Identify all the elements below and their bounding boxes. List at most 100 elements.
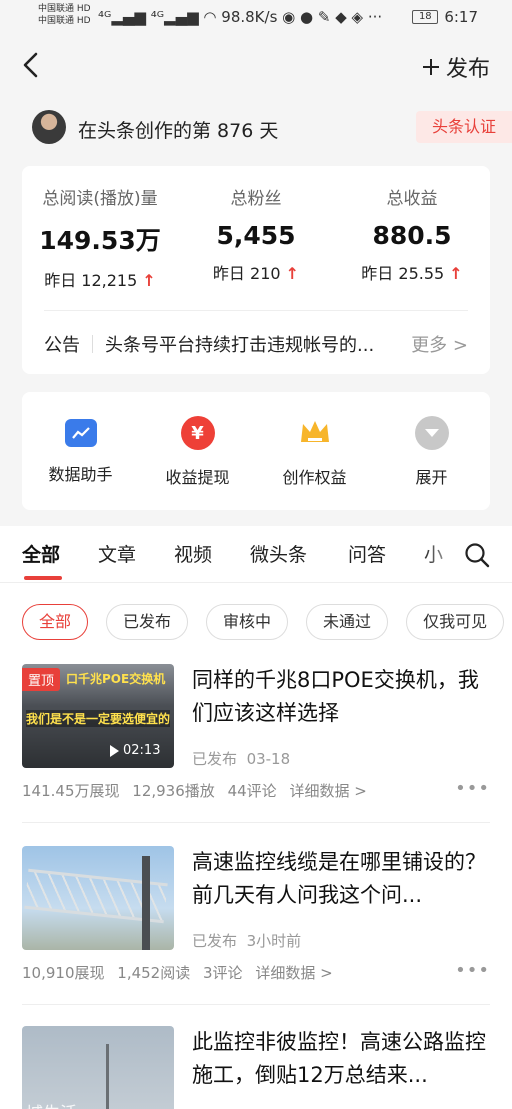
article-stats: 10,910展现 1,452阅读 3评论 详细数据 > [22,962,490,983]
arrow-up-icon: ↑ [142,271,156,290]
notice-divider [92,335,93,353]
tool-label: 创作权益 [282,468,347,487]
detail-data-link[interactable]: 详细数据 > [289,782,366,800]
clock: 6:17 [444,8,478,26]
divider [0,582,512,583]
reads: 1,452阅读 [117,964,191,982]
stat-value: 5,455 [216,221,296,250]
notice-text: 头条号平台持续打击违规帐号的... [105,335,375,356]
detail-data-link[interactable]: 详细数据 > [255,964,332,982]
stat-delta: 昨日 25.55 ↑ [361,264,463,283]
notice-more-link[interactable]: 更多 > [411,331,468,357]
chart-icon [64,419,97,447]
verify-badge[interactable]: 头条认证 [416,111,512,143]
divider [22,822,490,823]
creator-row: 在头条创作的第 876 天 头条认证 [0,108,512,148]
tool-label: 展开 [415,468,448,487]
carrier-1: 中国联通 HD [38,4,91,14]
thumbnail-watermark: 城生活 [26,1099,77,1109]
comments: 3评论 [203,964,243,982]
stat-delta: 昨日 210 ↑ [212,264,300,283]
tool-creator-rights[interactable]: 创作权益 [256,416,373,488]
back-icon[interactable] [18,50,46,80]
list-item[interactable]: 高速监控线缆是在哪里铺设的？前几天有人问我这个问... 已发布 3小时前 10,… [22,846,490,996]
tab-videos[interactable]: 视频 [174,540,212,567]
top-bar: 发布 [0,36,512,94]
more-icon[interactable]: ••• [455,960,490,981]
filter-chips: 全部 已发布 审核中 未通过 仅我可见 [22,604,505,640]
notification-icons: ◉ ● ✎ ◆ ◈ ··· [282,8,383,26]
stat-total-income[interactable]: 总收益 880.5 昨日 25.55 ↑ [334,184,490,284]
status-right: 18 6:17 [412,8,478,26]
notice-bar[interactable]: 公告 头条号平台持续打击违规帐号的... 更多 > [44,310,468,357]
stats-card: 总阅读(播放)量 149.53万 昨日 12,215 ↑ 总粉丝 5,455 昨… [22,166,490,374]
status-bar: 中国联通 HD 中国联通 HD ⁴ᴳ▂▄▆ ⁴ᴳ▂▄▆ ◠ 98.8K/s ◉ … [0,0,512,36]
publish-button[interactable]: 发布 [422,51,490,83]
expand-icon [414,416,449,450]
tab-underline [24,576,62,580]
tool-data-assistant[interactable]: 数据助手 [22,416,139,485]
tool-expand[interactable]: 展开 [373,416,490,488]
notice-label: 公告 [44,335,80,356]
list-item[interactable]: 城生活 此监控非彼监控！高速公路监控施工，倒贴12万总结来... [22,1026,490,1109]
article-title[interactable]: 此监控非彼监控！高速公路监控施工，倒贴12万总结来... [192,1026,490,1092]
article-title[interactable]: 高速监控线缆是在哪里铺设的？前几天有人问我这个问... [192,846,490,912]
tab-articles[interactable]: 文章 [98,540,136,567]
list-item[interactable]: 置顶 口千兆POE交换机 我们是不是一定要选便宜的 02:13 同样的千兆8口P… [22,664,490,814]
stat-label: 总阅读(播放)量 [42,189,158,209]
play-icon [110,744,119,757]
video-thumbnail[interactable]: 置顶 口千兆POE交换机 我们是不是一定要选便宜的 02:13 [22,664,174,768]
article-title[interactable]: 同样的千兆8口POE交换机，我们应该这样选择 [192,664,490,730]
thumbnail-caption: 口千兆POE交换机 [66,672,166,686]
impressions: 10,910展现 [22,964,105,982]
article-meta: 已发布 03-18 [192,750,291,768]
creator-days: 在头条创作的第 876 天 [78,120,279,142]
tab-micro[interactable]: 微头条 [250,540,307,567]
impressions: 141.45万展现 [22,782,120,800]
thumbnail-caption: 我们是不是一定要选便宜的 [26,710,171,727]
carrier-info: 中国联通 HD 中国联通 HD [38,3,91,27]
net-speed: 98.8K/s [221,8,278,26]
pole-image [142,856,150,950]
article-thumbnail[interactable]: 城生活 [22,1026,174,1109]
arrow-up-icon: ↑ [285,264,300,283]
article-thumbnail[interactable] [22,846,174,950]
pinned-badge: 置顶 [22,668,61,691]
stat-delta: 昨日 12,215 ↑ [44,271,156,290]
article-meta: 已发布 3小时前 [192,932,302,950]
search-icon[interactable] [464,542,490,568]
signal-icon: ⁴ᴳ▂▄▆ ⁴ᴳ▂▄▆ ◠ [98,8,217,26]
stat-total-reads[interactable]: 总阅读(播放)量 149.53万 昨日 12,215 ↑ [22,184,178,291]
stat-value: 880.5 [372,221,452,250]
arrow-up-icon: ↑ [449,264,463,283]
crown-icon [298,416,332,450]
content-list: 全部 文章 视频 微头条 问答 小 全部 已发布 审核中 未通过 仅我可见 置顶… [0,526,512,1109]
plus-icon [422,59,439,75]
tool-withdraw[interactable]: ¥ 收益提现 [139,416,256,488]
stat-total-fans[interactable]: 总粉丝 5,455 昨日 210 ↑ [178,184,334,284]
stat-label: 总粉丝 [230,189,282,209]
divider [22,1004,490,1005]
tab-qa[interactable]: 问答 [348,540,386,567]
filter-private[interactable]: 仅我可见 [406,604,505,640]
tool-label: 数据助手 [48,465,113,484]
article-stats: 141.45万展现 12,936播放 44评论 详细数据 > [22,780,490,801]
stat-value: 149.53万 [39,226,161,255]
filter-reviewing[interactable]: 审核中 [206,604,289,640]
plays: 12,936播放 [132,782,215,800]
yuan-icon: ¥ [180,416,215,450]
filter-rejected[interactable]: 未通过 [306,604,389,640]
comments: 44评论 [227,782,277,800]
publish-label: 发布 [445,57,490,82]
battery-icon: 18 [412,10,439,24]
more-icon[interactable]: ••• [455,778,490,799]
avatar[interactable] [32,110,66,144]
tab-all[interactable]: 全部 [22,540,60,567]
filter-published[interactable]: 已发布 [106,604,189,640]
video-duration: 02:13 [110,743,160,758]
tools-card: 数据助手 ¥ 收益提现 创作权益 展开 [22,392,490,510]
filter-all[interactable]: 全部 [22,604,89,640]
tool-label: 收益提现 [165,468,230,487]
pole-image [106,1044,109,1109]
carrier-2: 中国联通 HD [38,16,91,26]
